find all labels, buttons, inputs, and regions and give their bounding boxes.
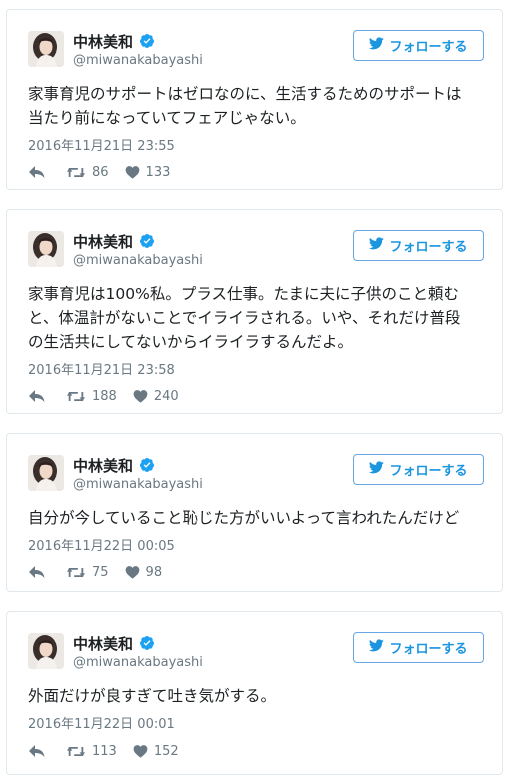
like-button[interactable]: 240 bbox=[133, 389, 179, 404]
retweet-icon bbox=[66, 566, 92, 579]
tweet-actions: 86 133 bbox=[28, 162, 170, 182]
reply-icon[interactable] bbox=[28, 744, 46, 758]
tweet-card[interactable]: 中林美和 @miwanakabayashi フォローする 家事育児は100%私。… bbox=[6, 209, 503, 414]
tweet-timestamp[interactable]: 2016年11月21日 23:55 bbox=[28, 135, 175, 154]
tweet-actions: 113 152 bbox=[28, 741, 179, 761]
heart-icon bbox=[125, 165, 146, 179]
author-name[interactable]: 中林美和 bbox=[73, 231, 133, 252]
author-handle[interactable]: @miwanakabayashi bbox=[73, 253, 203, 268]
like-button[interactable]: 133 bbox=[125, 164, 171, 180]
verified-badge-icon bbox=[139, 233, 155, 249]
tweet-text: 外面だけが良すぎて吐き気がする。 bbox=[28, 687, 277, 705]
tweet-actions: 75 98 bbox=[28, 562, 162, 582]
follow-button[interactable]: フォローする bbox=[353, 230, 484, 261]
tweet-card[interactable]: 中林美和 @miwanakabayashi フォローする 外面だけが良すぎて吐き… bbox=[6, 611, 503, 775]
twitter-bird-icon bbox=[369, 237, 385, 254]
twitter-bird-icon bbox=[369, 639, 385, 656]
verified-badge-icon bbox=[139, 457, 155, 473]
tweet-actions: 188 240 bbox=[28, 386, 179, 406]
author-row: 中林美和 bbox=[73, 455, 155, 475]
verified-badge-icon bbox=[139, 33, 155, 49]
follow-button-label: フォローする bbox=[389, 464, 468, 479]
author-handle[interactable]: @miwanakabayashi bbox=[73, 53, 203, 68]
author-name[interactable]: 中林美和 bbox=[73, 633, 133, 654]
retweet-button[interactable]: 113 bbox=[66, 744, 117, 759]
like-button[interactable]: 152 bbox=[133, 744, 179, 759]
like-count: 152 bbox=[153, 743, 179, 759]
twitter-bird-icon bbox=[369, 37, 385, 54]
tweet-feed: 中林美和 @miwanakabayashi フォローする 家事育児のサポートはゼ… bbox=[0, 0, 511, 779]
author-handle[interactable]: @miwanakabayashi bbox=[73, 477, 203, 492]
twitter-bird-icon bbox=[369, 461, 385, 478]
author-row: 中林美和 bbox=[73, 633, 155, 653]
like-button[interactable]: 98 bbox=[125, 564, 163, 580]
like-count: 133 bbox=[145, 164, 171, 180]
tweet-card[interactable]: 中林美和 @miwanakabayashi フォローする 自分が今していること恥… bbox=[6, 433, 503, 592]
retweet-icon bbox=[66, 390, 92, 403]
retweet-count: 188 bbox=[92, 388, 117, 404]
author-name[interactable]: 中林美和 bbox=[73, 455, 133, 476]
tweet-card[interactable]: 中林美和 @miwanakabayashi フォローする 家事育児のサポートはゼ… bbox=[6, 9, 503, 190]
retweet-icon bbox=[66, 745, 92, 758]
tweet-text: 家事育児は100%私。プラス仕事。たまに夫に子供のこと頼む と、体温計がないこと… bbox=[28, 285, 461, 351]
heart-icon bbox=[133, 744, 154, 758]
follow-button-label: フォローする bbox=[389, 642, 468, 657]
follow-button-label: フォローする bbox=[389, 240, 468, 255]
follow-button[interactable]: フォローする bbox=[353, 632, 484, 663]
tweet-timestamp[interactable]: 2016年11月22日 00:01 bbox=[28, 713, 175, 732]
author-row: 中林美和 bbox=[73, 31, 155, 51]
follow-button[interactable]: フォローする bbox=[353, 454, 484, 485]
author-name[interactable]: 中林美和 bbox=[73, 31, 133, 52]
heart-icon bbox=[133, 389, 154, 403]
avatar[interactable] bbox=[28, 31, 64, 67]
follow-button[interactable]: フォローする bbox=[353, 30, 484, 61]
retweet-count: 75 bbox=[92, 564, 109, 580]
avatar[interactable] bbox=[28, 633, 64, 669]
reply-icon[interactable] bbox=[28, 389, 46, 403]
retweet-count: 86 bbox=[92, 164, 109, 180]
avatar[interactable] bbox=[28, 231, 64, 267]
like-count: 98 bbox=[145, 564, 163, 580]
tweet-text: 自分が今していること恥じた方がいいよって言われたんだけど bbox=[28, 509, 460, 527]
tweet-timestamp[interactable]: 2016年11月22日 00:05 bbox=[28, 535, 175, 554]
reply-icon[interactable] bbox=[28, 565, 46, 579]
retweet-button[interactable]: 75 bbox=[66, 565, 109, 580]
tweet-text: 家事育児のサポートはゼロなのに、生活するためのサポートは 当たり前になっていてフ… bbox=[28, 85, 462, 127]
author-row: 中林美和 bbox=[73, 231, 155, 251]
reply-icon[interactable] bbox=[28, 165, 46, 179]
tweet-timestamp[interactable]: 2016年11月21日 23:58 bbox=[28, 359, 175, 378]
retweet-button[interactable]: 86 bbox=[66, 165, 109, 180]
author-handle[interactable]: @miwanakabayashi bbox=[73, 655, 203, 670]
retweet-count: 113 bbox=[92, 743, 117, 759]
avatar[interactable] bbox=[28, 455, 64, 491]
like-count: 240 bbox=[153, 388, 179, 404]
verified-badge-icon bbox=[139, 635, 155, 651]
retweet-icon bbox=[66, 166, 92, 179]
follow-button-label: フォローする bbox=[389, 40, 468, 55]
heart-icon bbox=[125, 565, 146, 579]
retweet-button[interactable]: 188 bbox=[66, 389, 117, 404]
